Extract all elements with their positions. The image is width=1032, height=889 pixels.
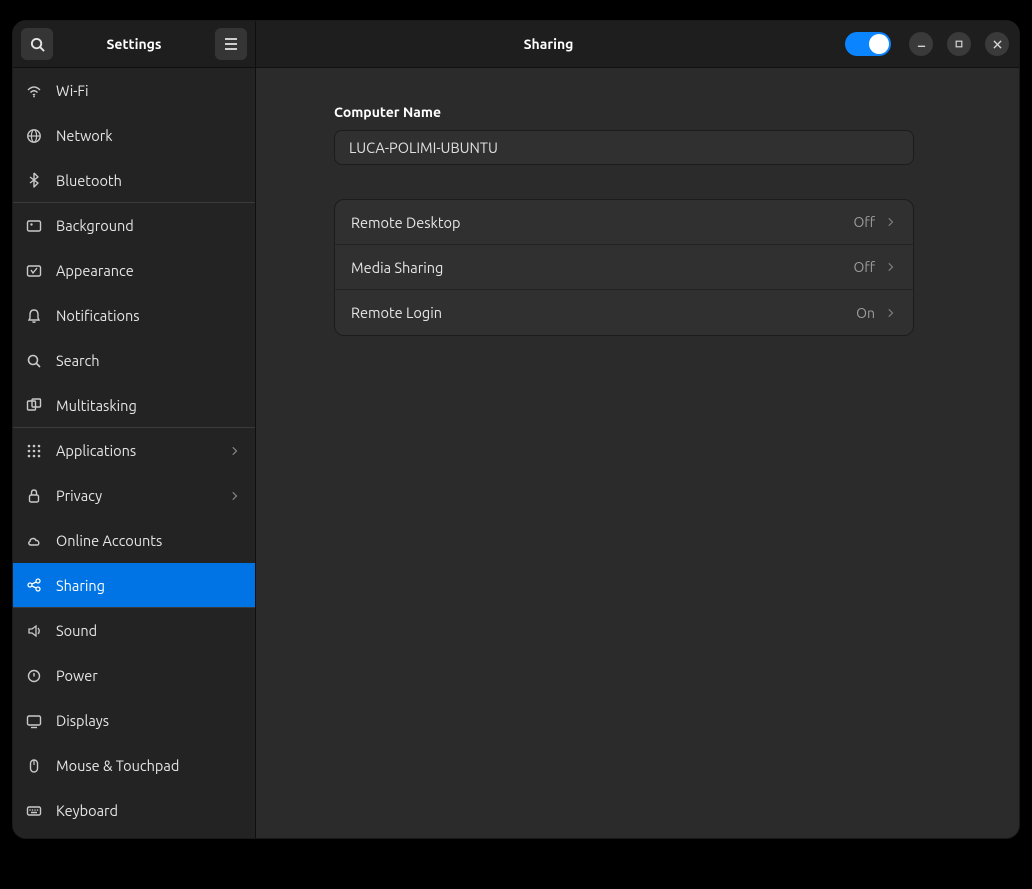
sidebar-item-label: Background — [56, 217, 241, 234]
sidebar-item-appearance[interactable]: Appearance — [13, 248, 255, 293]
sidebar-item-network[interactable]: Network — [13, 113, 255, 158]
sharing-options-list: Remote DesktopOffMedia SharingOffRemote … — [334, 199, 914, 336]
sidebar-item-bluetooth[interactable]: Bluetooth — [13, 158, 255, 203]
search-icon — [30, 37, 45, 52]
sidebar-item-label: Wi-Fi — [56, 82, 241, 99]
chevron-right-icon — [885, 260, 897, 274]
main-content: Computer Name Remote DesktopOffMedia Sha… — [256, 68, 1019, 838]
row-media-sharing[interactable]: Media SharingOff — [335, 245, 913, 290]
window-controls — [909, 32, 1009, 56]
maximize-icon — [955, 40, 963, 48]
close-icon — [993, 40, 1002, 49]
mouse-icon — [25, 757, 43, 775]
chevron-right-icon — [885, 306, 897, 320]
sidebar-item-search[interactable]: Search — [13, 338, 255, 383]
sidebar-item-power[interactable]: Power — [13, 653, 255, 698]
row-status: On — [856, 305, 875, 321]
cloud-icon — [25, 532, 43, 550]
sidebar-item-label: Search — [56, 352, 241, 369]
multitasking-icon — [25, 396, 43, 414]
sidebar-item-multitasking[interactable]: Multitasking — [13, 383, 255, 428]
search-icon — [25, 352, 43, 370]
sidebar-item-label: Displays — [56, 712, 241, 729]
network-icon — [25, 127, 43, 145]
row-remote-login[interactable]: Remote LoginOn — [335, 290, 913, 335]
lock-icon — [25, 487, 43, 505]
power-icon — [25, 667, 43, 685]
sidebar-item-label: Appearance — [56, 262, 241, 279]
chevron-right-icon — [229, 444, 241, 458]
sound-icon — [25, 622, 43, 640]
sidebar-item-label: Privacy — [56, 487, 216, 504]
sidebar-item-sound[interactable]: Sound — [13, 608, 255, 653]
sidebar-item-label: Multitasking — [56, 397, 241, 414]
bell-icon — [25, 307, 43, 325]
row-label: Remote Desktop — [351, 214, 853, 231]
sidebar-item-label: Mouse & Touchpad — [56, 757, 241, 774]
row-label: Media Sharing — [351, 259, 853, 276]
sidebar-item-label: Online Accounts — [56, 532, 241, 549]
row-status: Off — [853, 214, 875, 230]
sidebar-item-label: Sound — [56, 622, 241, 639]
computer-name-input[interactable] — [334, 130, 914, 165]
keyboard-icon — [25, 802, 43, 820]
row-label: Remote Login — [351, 304, 856, 321]
minimize-icon — [917, 40, 926, 49]
background-icon — [25, 217, 43, 235]
main-panel: Sharing — [256, 21, 1019, 838]
sidebar-title: Settings — [53, 36, 215, 52]
sidebar-item-privacy[interactable]: Privacy — [13, 473, 255, 518]
share-icon — [25, 576, 43, 594]
sidebar-item-label: Bluetooth — [56, 172, 241, 189]
main-header: Sharing — [256, 21, 1019, 68]
page-title: Sharing — [262, 36, 835, 52]
sidebar-item-online-accounts[interactable]: Online Accounts — [13, 518, 255, 563]
row-remote-desktop[interactable]: Remote DesktopOff — [335, 200, 913, 245]
sidebar-item-label: Sharing — [56, 577, 241, 594]
menu-button[interactable] — [215, 28, 247, 60]
sidebar-item-label: Power — [56, 667, 241, 684]
sidebar-item-displays[interactable]: Displays — [13, 698, 255, 743]
appearance-icon — [25, 262, 43, 280]
minimize-button[interactable] — [909, 32, 933, 56]
search-button[interactable] — [21, 28, 53, 60]
sidebar-item-background[interactable]: Background — [13, 203, 255, 248]
sidebar-item-notifications[interactable]: Notifications — [13, 293, 255, 338]
sidebar-item-label: Notifications — [56, 307, 241, 324]
apps-icon — [25, 442, 43, 460]
sidebar-header: Settings — [13, 21, 255, 68]
sidebar-item-wifi[interactable]: Wi-Fi — [13, 68, 255, 113]
sidebar-item-keyboard[interactable]: Keyboard — [13, 788, 255, 833]
hamburger-icon — [224, 38, 238, 50]
close-button[interactable] — [985, 32, 1009, 56]
maximize-button[interactable] — [947, 32, 971, 56]
sidebar-item-sharing[interactable]: Sharing — [13, 563, 255, 608]
sidebar-list: Wi-Fi Network Bluetooth Background Appearanc… — [13, 68, 255, 838]
settings-window: Settings Wi-Fi Network Bluetooth Background… — [12, 20, 1020, 839]
sidebar: Settings Wi-Fi Network Bluetooth Background… — [13, 21, 256, 838]
sidebar-item-label: Network — [56, 127, 241, 144]
row-status: Off — [853, 259, 875, 275]
wifi-icon — [25, 82, 43, 100]
computer-name-label: Computer Name — [334, 104, 941, 120]
sidebar-item-applications[interactable]: Applications — [13, 428, 255, 473]
sidebar-item-label: Applications — [56, 442, 216, 459]
chevron-right-icon — [885, 215, 897, 229]
sharing-master-toggle[interactable] — [845, 32, 891, 56]
sidebar-item-mouse-touchpad[interactable]: Mouse & Touchpad — [13, 743, 255, 788]
bluetooth-icon — [25, 171, 43, 189]
chevron-right-icon — [229, 489, 241, 503]
sidebar-item-label: Keyboard — [56, 802, 241, 819]
display-icon — [25, 712, 43, 730]
